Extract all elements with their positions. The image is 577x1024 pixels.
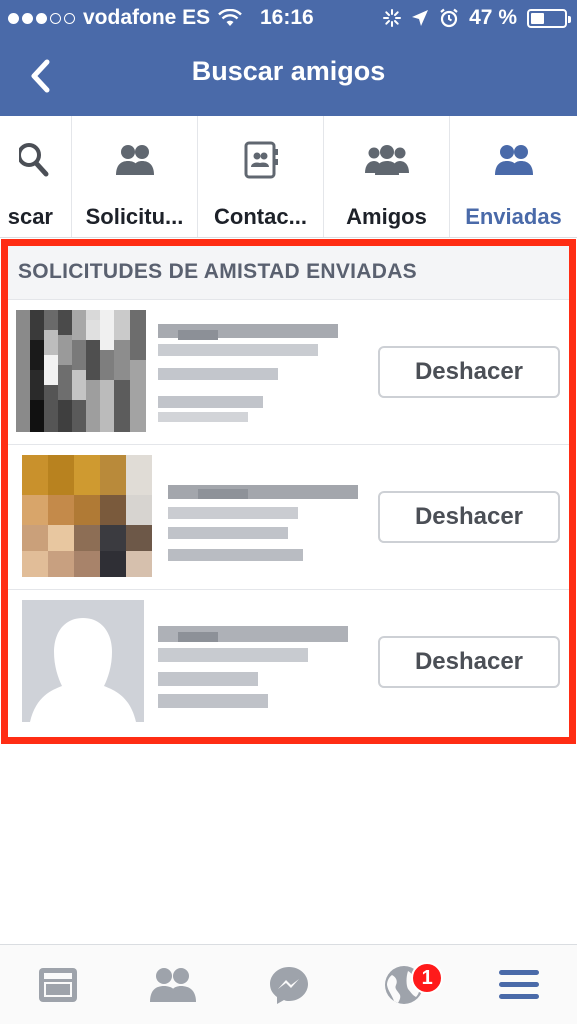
- page-title: Buscar amigos: [191, 56, 386, 86]
- friends-group-icon: [364, 142, 409, 178]
- nav-news-feed[interactable]: [0, 945, 115, 1024]
- search-icon: [19, 142, 53, 178]
- status-right: 47 %: [383, 6, 571, 30]
- nav-menu[interactable]: [462, 945, 577, 1024]
- friend-requests-icon: [115, 142, 155, 178]
- messenger-icon: [269, 966, 308, 1004]
- nav-friends[interactable]: [115, 945, 230, 1024]
- friends-icon: [150, 967, 197, 1002]
- wifi-icon: [218, 9, 243, 26]
- battery-icon: [527, 8, 571, 28]
- contacts-book-icon: [243, 141, 279, 179]
- signal-strength-icon: [8, 12, 75, 24]
- tab-friends[interactable]: Amigos: [324, 116, 450, 237]
- tab-friends-label: Amigos: [346, 204, 427, 229]
- tab-bar: scar Solicitu... Contac... Amigos Enviad…: [0, 116, 577, 238]
- bottom-nav: 1: [0, 944, 577, 1024]
- location-arrow-icon: [412, 10, 429, 26]
- menu-icon: [499, 969, 540, 999]
- nav-notifications[interactable]: 1: [346, 945, 461, 1024]
- sent-requests-icon: [494, 142, 534, 178]
- tab-search-label: scar: [7, 204, 53, 229]
- carrier-name: vodafone ES: [83, 6, 211, 29]
- tab-search[interactable]: scar: [0, 116, 72, 237]
- page: vodafone ES 16:16 47 % Buscar amigos sca…: [0, 0, 577, 1024]
- battery-percent: 47 %: [469, 6, 517, 29]
- tab-sent-label: Enviadas: [465, 204, 562, 229]
- tab-contacts[interactable]: Contac...: [198, 116, 324, 237]
- activity-spinner-icon: [383, 9, 402, 27]
- tab-sent[interactable]: Enviadas: [450, 116, 577, 237]
- header: vodafone ES 16:16 47 % Buscar amigos: [0, 0, 577, 116]
- highlight-box: [1, 239, 576, 744]
- news-feed-icon: [38, 967, 77, 1002]
- status-left: vodafone ES: [8, 6, 243, 30]
- tab-requests[interactable]: Solicitu...: [72, 116, 198, 237]
- status-bar: vodafone ES 16:16 47 %: [0, 0, 577, 38]
- tab-contacts-label: Contac...: [214, 204, 307, 229]
- status-time: 16:16: [260, 6, 314, 29]
- tab-requests-label: Solicitu...: [85, 204, 184, 229]
- notification-badge: 1: [411, 962, 444, 994]
- alarm-icon: [440, 8, 458, 28]
- nav-messenger[interactable]: [231, 945, 346, 1024]
